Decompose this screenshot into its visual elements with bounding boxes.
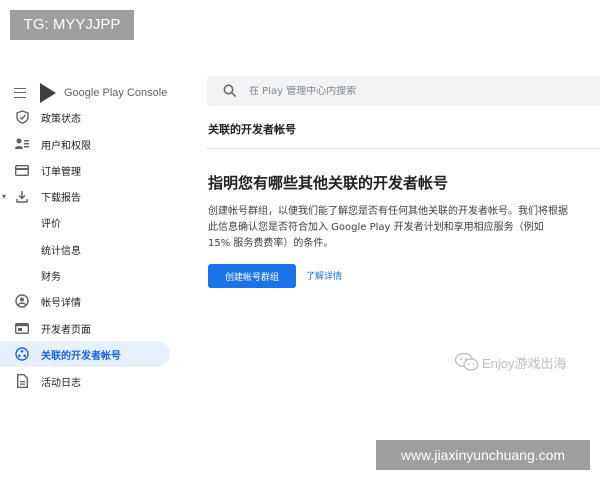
sidebar-item-label: 统计信息: [41, 245, 81, 257]
sidebar-item-label: 活动日志: [41, 377, 81, 389]
sidebar-item-users-permissions[interactable]: 用户和权限: [0, 131, 170, 157]
brand: Google Play Console: [14, 83, 167, 103]
sidebar-item-statistics[interactable]: 统计信息: [0, 236, 170, 262]
sidebar-item-label: 财务: [41, 271, 61, 283]
sidebar-item-label: 用户和权限: [41, 140, 91, 152]
sidebar-item-label: 评价: [41, 218, 61, 230]
download-icon: [14, 188, 30, 204]
linked-accounts-icon: [14, 346, 30, 362]
sidebar-item-label: 订单管理: [41, 166, 81, 178]
sidebar: Google Play Console 政策状态 用户和权限 订单管理 ▾ 下载…: [0, 75, 172, 480]
sidebar-item-label: 关联的开发者帐号: [41, 350, 121, 362]
sidebar-item-linked-accounts[interactable]: 关联的开发者帐号: [0, 341, 170, 367]
activity-log-icon: [14, 373, 30, 389]
create-account-group-button[interactable]: 创建帐号群组: [208, 264, 296, 288]
watermark-text: Enjoy游戏出海: [482, 355, 567, 371]
sidebar-item-account-details[interactable]: 帐号详情: [0, 288, 170, 314]
sidebar-item-orders[interactable]: 订单管理: [0, 157, 170, 183]
sidebar-item-download-reports[interactable]: ▾ 下载报告: [0, 183, 170, 209]
developer-page-icon: [14, 320, 30, 336]
learn-more-link[interactable]: 了解详情: [306, 269, 342, 282]
divider: [207, 148, 600, 149]
shield-icon: [14, 109, 30, 125]
sidebar-item-developer-page[interactable]: 开发者页面: [0, 315, 170, 341]
search-input[interactable]: [249, 85, 549, 97]
users-icon: [14, 136, 30, 152]
account-icon: [14, 293, 30, 309]
google-play-logo-icon: [40, 83, 56, 103]
watermark: Enjoy游戏出海: [454, 352, 567, 372]
sidebar-item-label: 下载报告: [41, 192, 81, 204]
sidebar-item-reviews[interactable]: 评价: [0, 209, 170, 235]
sidebar-item-label: 开发者页面: [41, 324, 91, 336]
sidebar-item-label: 帐号详情: [41, 297, 81, 309]
url-banner: www.jiaxinyunchuang.com: [376, 440, 590, 470]
wechat-icon: [454, 352, 479, 371]
card-description: 创建帐号群组，以便我们能了解您是否有任何其他关联的开发者帐号。我们将根据此信息确…: [208, 206, 568, 249]
sidebar-item-finance[interactable]: 财务: [0, 262, 170, 288]
orders-icon: [14, 162, 30, 178]
sidebar-item-activity-log[interactable]: 活动日志: [0, 368, 170, 394]
caret-down-icon[interactable]: ▾: [2, 192, 6, 201]
search-icon[interactable]: [223, 84, 237, 98]
menu-icon[interactable]: [14, 88, 26, 98]
brand-name: Google Play Console: [64, 87, 168, 99]
card-heading: 指明您有哪些其他关联的开发者帐号: [208, 174, 449, 192]
sidebar-item-label: 政策状态: [41, 113, 81, 125]
page-title: 关联的开发者帐号: [208, 123, 296, 136]
search-bar[interactable]: [207, 76, 600, 106]
sidebar-item-policy-status[interactable]: 政策状态: [0, 104, 170, 130]
tg-badge: TG: MYYJJPP: [10, 10, 134, 40]
